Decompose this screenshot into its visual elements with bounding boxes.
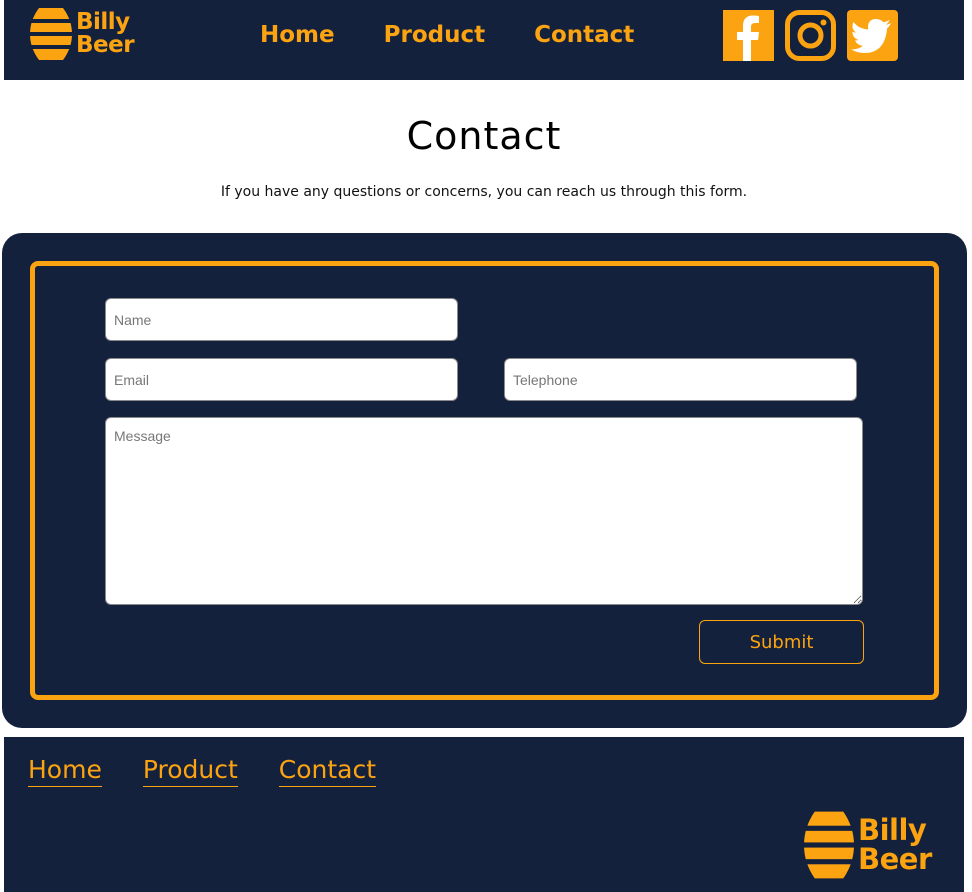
logo-text: Billy Beer [858,816,932,874]
logo-line-1: Billy [76,9,130,35]
site-footer: Home Product Contact Billy Beer [4,737,964,892]
footer-nav-contact[interactable]: Contact [278,755,377,787]
footer-nav-product[interactable]: Product [142,755,238,787]
nav-home[interactable]: Home [260,22,335,48]
nav-product[interactable]: Product [384,22,485,48]
footer-nav: Home Product Contact [28,755,417,787]
name-field[interactable] [105,298,458,341]
facebook-icon[interactable] [723,10,774,61]
logo-line-2: Beer [858,842,932,876]
logo-line-1: Billy [858,813,927,847]
barrel-icon [30,6,72,62]
message-field[interactable] [105,417,863,605]
page-title: Contact [406,114,562,158]
submit-button[interactable]: Submit [699,620,864,664]
footer-logo[interactable]: Billy Beer [804,809,932,881]
logo-text: Billy Beer [76,9,135,58]
footer-nav-home[interactable]: Home [28,755,102,787]
contact-form-panel: Submit [2,233,967,728]
header-logo[interactable]: Billy Beer [30,6,135,62]
header-nav: Home Product Contact [260,22,683,48]
telephone-field[interactable] [504,358,857,401]
logo-line-2: Beer [76,32,135,58]
barrel-icon [804,809,854,881]
site-header: Billy Beer Home Product Contact [4,0,964,80]
email-field[interactable] [105,358,458,401]
page-subtitle: If you have any questions or concerns, y… [220,184,748,200]
twitter-icon[interactable] [847,10,898,61]
nav-contact[interactable]: Contact [534,22,634,48]
social-links [723,10,909,61]
instagram-icon[interactable] [785,10,836,61]
